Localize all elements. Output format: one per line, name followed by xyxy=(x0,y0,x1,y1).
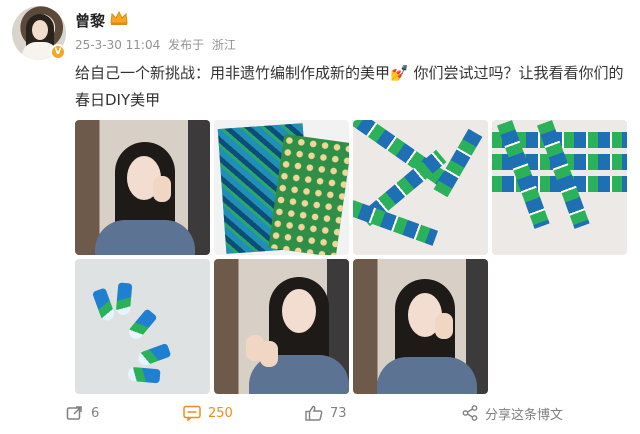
image-thumb-5[interactable] xyxy=(75,259,210,394)
share-icon xyxy=(462,405,478,421)
image-thumb-4[interactable] xyxy=(492,120,627,255)
post-text: 给自己一个新挑战：用非遗竹编制作成新的美甲💅 你们尝试过吗？让我看看你们的春日D… xyxy=(75,64,624,109)
share-button[interactable]: 分享这条博文 xyxy=(462,398,563,428)
like-button[interactable]: 73 xyxy=(305,398,347,428)
comment-icon xyxy=(183,405,201,421)
repost-count: 6 xyxy=(91,405,100,421)
post-meta: 25-3-30 11:04 发布于 浙江 xyxy=(75,36,240,53)
image-thumb-2[interactable] xyxy=(214,120,349,255)
username[interactable]: 曾黎 xyxy=(75,10,105,31)
post-date[interactable]: 25-3-30 11:04 xyxy=(75,38,160,52)
share-label: 分享这条博文 xyxy=(485,407,564,423)
image-thumb-1[interactable] xyxy=(75,120,210,255)
post-location: 浙江 xyxy=(211,38,236,52)
repost-icon xyxy=(66,406,82,420)
thumbs-up-icon xyxy=(305,405,323,421)
image-thumb-3[interactable] xyxy=(353,120,488,255)
repost-button[interactable]: 6 xyxy=(66,398,99,428)
image-thumb-6[interactable] xyxy=(214,259,349,394)
post-source-prefix: 发布于 xyxy=(168,38,205,52)
like-count: 73 xyxy=(330,405,347,421)
comment-button[interactable]: 250 xyxy=(183,398,233,428)
crown-icon xyxy=(110,10,128,25)
image-thumb-7[interactable] xyxy=(353,259,488,394)
action-bar: 6 250 73 分享这条博文 xyxy=(0,398,640,428)
verified-badge-icon: V xyxy=(50,44,66,60)
comment-count: 250 xyxy=(208,405,233,421)
